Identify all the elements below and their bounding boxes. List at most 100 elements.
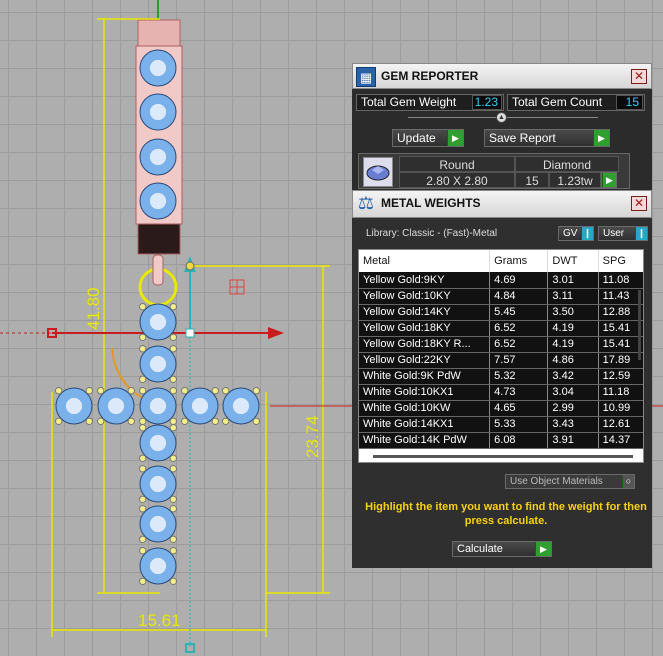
gem-reporter-icon: ▦ bbox=[356, 67, 376, 87]
prong bbox=[139, 547, 147, 555]
column-header-grams[interactable]: Grams bbox=[489, 250, 549, 272]
horizontal-scrollbar[interactable] bbox=[373, 455, 633, 458]
total-gem-weight-value: 1.23 bbox=[472, 95, 502, 110]
use-object-materials-toggle[interactable]: Use Object Materials ○ bbox=[505, 474, 635, 489]
metal-cell: White Gold:14KX1 bbox=[359, 416, 491, 433]
calculate-hint: Highlight the item you want to find the … bbox=[365, 501, 647, 527]
gem-table-facet bbox=[149, 434, 167, 452]
play-icon: ▶ bbox=[535, 542, 551, 556]
save-report-button[interactable]: Save Report ▶ bbox=[484, 129, 610, 147]
prong bbox=[181, 387, 189, 395]
table-row[interactable]: White Gold:9K PdW 5.32 3.42 12.59 bbox=[359, 368, 643, 385]
calculate-button[interactable]: Calculate ▶ bbox=[452, 541, 552, 557]
prong bbox=[169, 465, 178, 473]
table-row[interactable]: Yellow Gold:18KY R... 6.52 4.19 15.41 bbox=[359, 336, 643, 353]
prong bbox=[169, 345, 178, 353]
gumball-top-handle[interactable] bbox=[185, 261, 195, 271]
gem-table-facet bbox=[107, 397, 125, 415]
prong bbox=[85, 387, 94, 395]
metal-cell: White Gold:14K PdW bbox=[359, 432, 491, 449]
spg-cell: 12.59 bbox=[598, 368, 643, 385]
total-gem-weight-label: Total Gem Weight bbox=[361, 95, 457, 109]
user-toggle[interactable]: User ❙ bbox=[598, 226, 648, 241]
spg-cell: 14.37 bbox=[598, 432, 643, 449]
toggle-indicator-icon: ○ bbox=[622, 475, 634, 488]
gem-table-facet bbox=[149, 192, 167, 210]
dwt-cell: 4.19 bbox=[547, 336, 599, 353]
prong bbox=[139, 303, 147, 311]
metal-cell: Yellow Gold:14KY bbox=[359, 304, 491, 321]
spg-cell: 12.61 bbox=[598, 416, 643, 433]
prong bbox=[211, 417, 220, 425]
dwt-cell: 3.43 bbox=[547, 416, 599, 433]
grams-cell: 4.65 bbox=[489, 400, 549, 417]
dimension-horizontal-label: 15.61 bbox=[138, 611, 181, 630]
prong bbox=[127, 387, 136, 395]
gem-table-facet bbox=[149, 59, 167, 77]
x-axis-arrow bbox=[268, 327, 284, 339]
metal-table-container: Metal Grams DWT SPG Yellow Gold:9KY 4.69 3… bbox=[358, 249, 644, 463]
metal-weights-table: Metal Grams DWT SPG Yellow Gold:9KY 4.69 3… bbox=[359, 250, 643, 449]
gumball-origin-handle[interactable] bbox=[185, 328, 195, 338]
dwt-cell: 3.04 bbox=[547, 384, 599, 401]
table-row[interactable]: Yellow Gold:18KY 6.52 4.19 15.41 bbox=[359, 320, 643, 337]
prong bbox=[139, 454, 147, 462]
prong bbox=[181, 417, 189, 425]
prong bbox=[85, 417, 94, 425]
gem-count-cell: 15 bbox=[515, 172, 549, 188]
table-row[interactable]: White Gold:10KW 4.65 2.99 10.99 bbox=[359, 400, 643, 417]
gem-row-play-button[interactable]: ▶ bbox=[601, 172, 617, 188]
gem-reporter-titlebar[interactable]: ▦ GEM REPORTER ✕ bbox=[352, 63, 652, 89]
table-row[interactable]: Yellow Gold:10KY 4.84 3.11 11.43 bbox=[359, 288, 643, 305]
update-button[interactable]: Update ▶ bbox=[392, 129, 464, 147]
update-button-label: Update bbox=[397, 131, 436, 145]
table-row[interactable]: Yellow Gold:9KY 4.69 3.01 11.08 bbox=[359, 272, 643, 289]
metal-connector bbox=[137, 223, 181, 255]
column-header-dwt[interactable]: DWT bbox=[547, 250, 599, 272]
table-row[interactable]: White Gold:10KX1 4.73 3.04 11.18 bbox=[359, 384, 643, 401]
dwt-cell: 3.11 bbox=[547, 288, 599, 305]
metal-cell: White Gold:10KW bbox=[359, 400, 491, 417]
scale-icon: ⚖ bbox=[357, 193, 375, 213]
prong bbox=[139, 535, 147, 543]
table-row[interactable]: White Gold:14K PdW 6.08 3.91 14.37 bbox=[359, 432, 643, 449]
close-icon[interactable]: ✕ bbox=[631, 196, 647, 211]
collapse-handle[interactable]: ▲ bbox=[408, 112, 598, 123]
prong bbox=[169, 424, 178, 432]
calculate-button-label: Calculate bbox=[457, 543, 503, 555]
gem-row[interactable]: Round Diamond 2.80 X 2.80 15 1.23tw ▶ bbox=[358, 153, 630, 189]
table-row[interactable]: White Gold:14KX1 5.33 3.43 12.61 bbox=[359, 416, 643, 433]
chevron-up-icon[interactable]: ▲ bbox=[496, 112, 507, 123]
play-icon: ▶ bbox=[593, 130, 609, 146]
dimension-height-label: 41.80 bbox=[84, 287, 103, 330]
metal-cell: White Gold:10KX1 bbox=[359, 384, 491, 401]
prong bbox=[222, 387, 230, 395]
close-icon[interactable]: ✕ bbox=[631, 69, 647, 84]
gem-reporter-panel: ▦ GEM REPORTER ✕ Total Gem Weight 1.23 T… bbox=[352, 63, 652, 193]
gem-table-facet bbox=[149, 148, 167, 166]
gem-reporter-title: GEM REPORTER bbox=[381, 69, 479, 83]
column-header-metal[interactable]: Metal bbox=[359, 250, 491, 272]
prong bbox=[139, 495, 147, 503]
prong bbox=[169, 454, 178, 462]
prong bbox=[55, 387, 63, 395]
dwt-cell: 3.42 bbox=[547, 368, 599, 385]
prong bbox=[139, 375, 147, 383]
metal-cell: Yellow Gold:22KY bbox=[359, 352, 491, 369]
prong bbox=[169, 387, 178, 395]
table-row[interactable]: Yellow Gold:22KY 7.57 4.86 17.89 bbox=[359, 352, 643, 369]
use-object-materials-label: Use Object Materials bbox=[510, 476, 603, 487]
vertical-scrollbar[interactable] bbox=[638, 290, 641, 360]
table-row[interactable]: Yellow Gold:14KY 5.45 3.50 12.88 bbox=[359, 304, 643, 321]
prong bbox=[139, 465, 147, 473]
prong bbox=[252, 387, 260, 395]
metal-cell: Yellow Gold:18KY R... bbox=[359, 336, 491, 353]
prong bbox=[97, 417, 105, 425]
metal-weights-titlebar[interactable]: ⚖ METAL WEIGHTS ✕ bbox=[352, 190, 652, 218]
dwt-cell: 3.01 bbox=[547, 272, 599, 289]
grams-cell: 6.52 bbox=[489, 320, 549, 337]
dwt-cell: 2.99 bbox=[547, 400, 599, 417]
prong bbox=[252, 417, 260, 425]
gv-toggle[interactable]: GV ❙ bbox=[558, 226, 594, 241]
column-header-spg[interactable]: SPG bbox=[598, 250, 643, 272]
